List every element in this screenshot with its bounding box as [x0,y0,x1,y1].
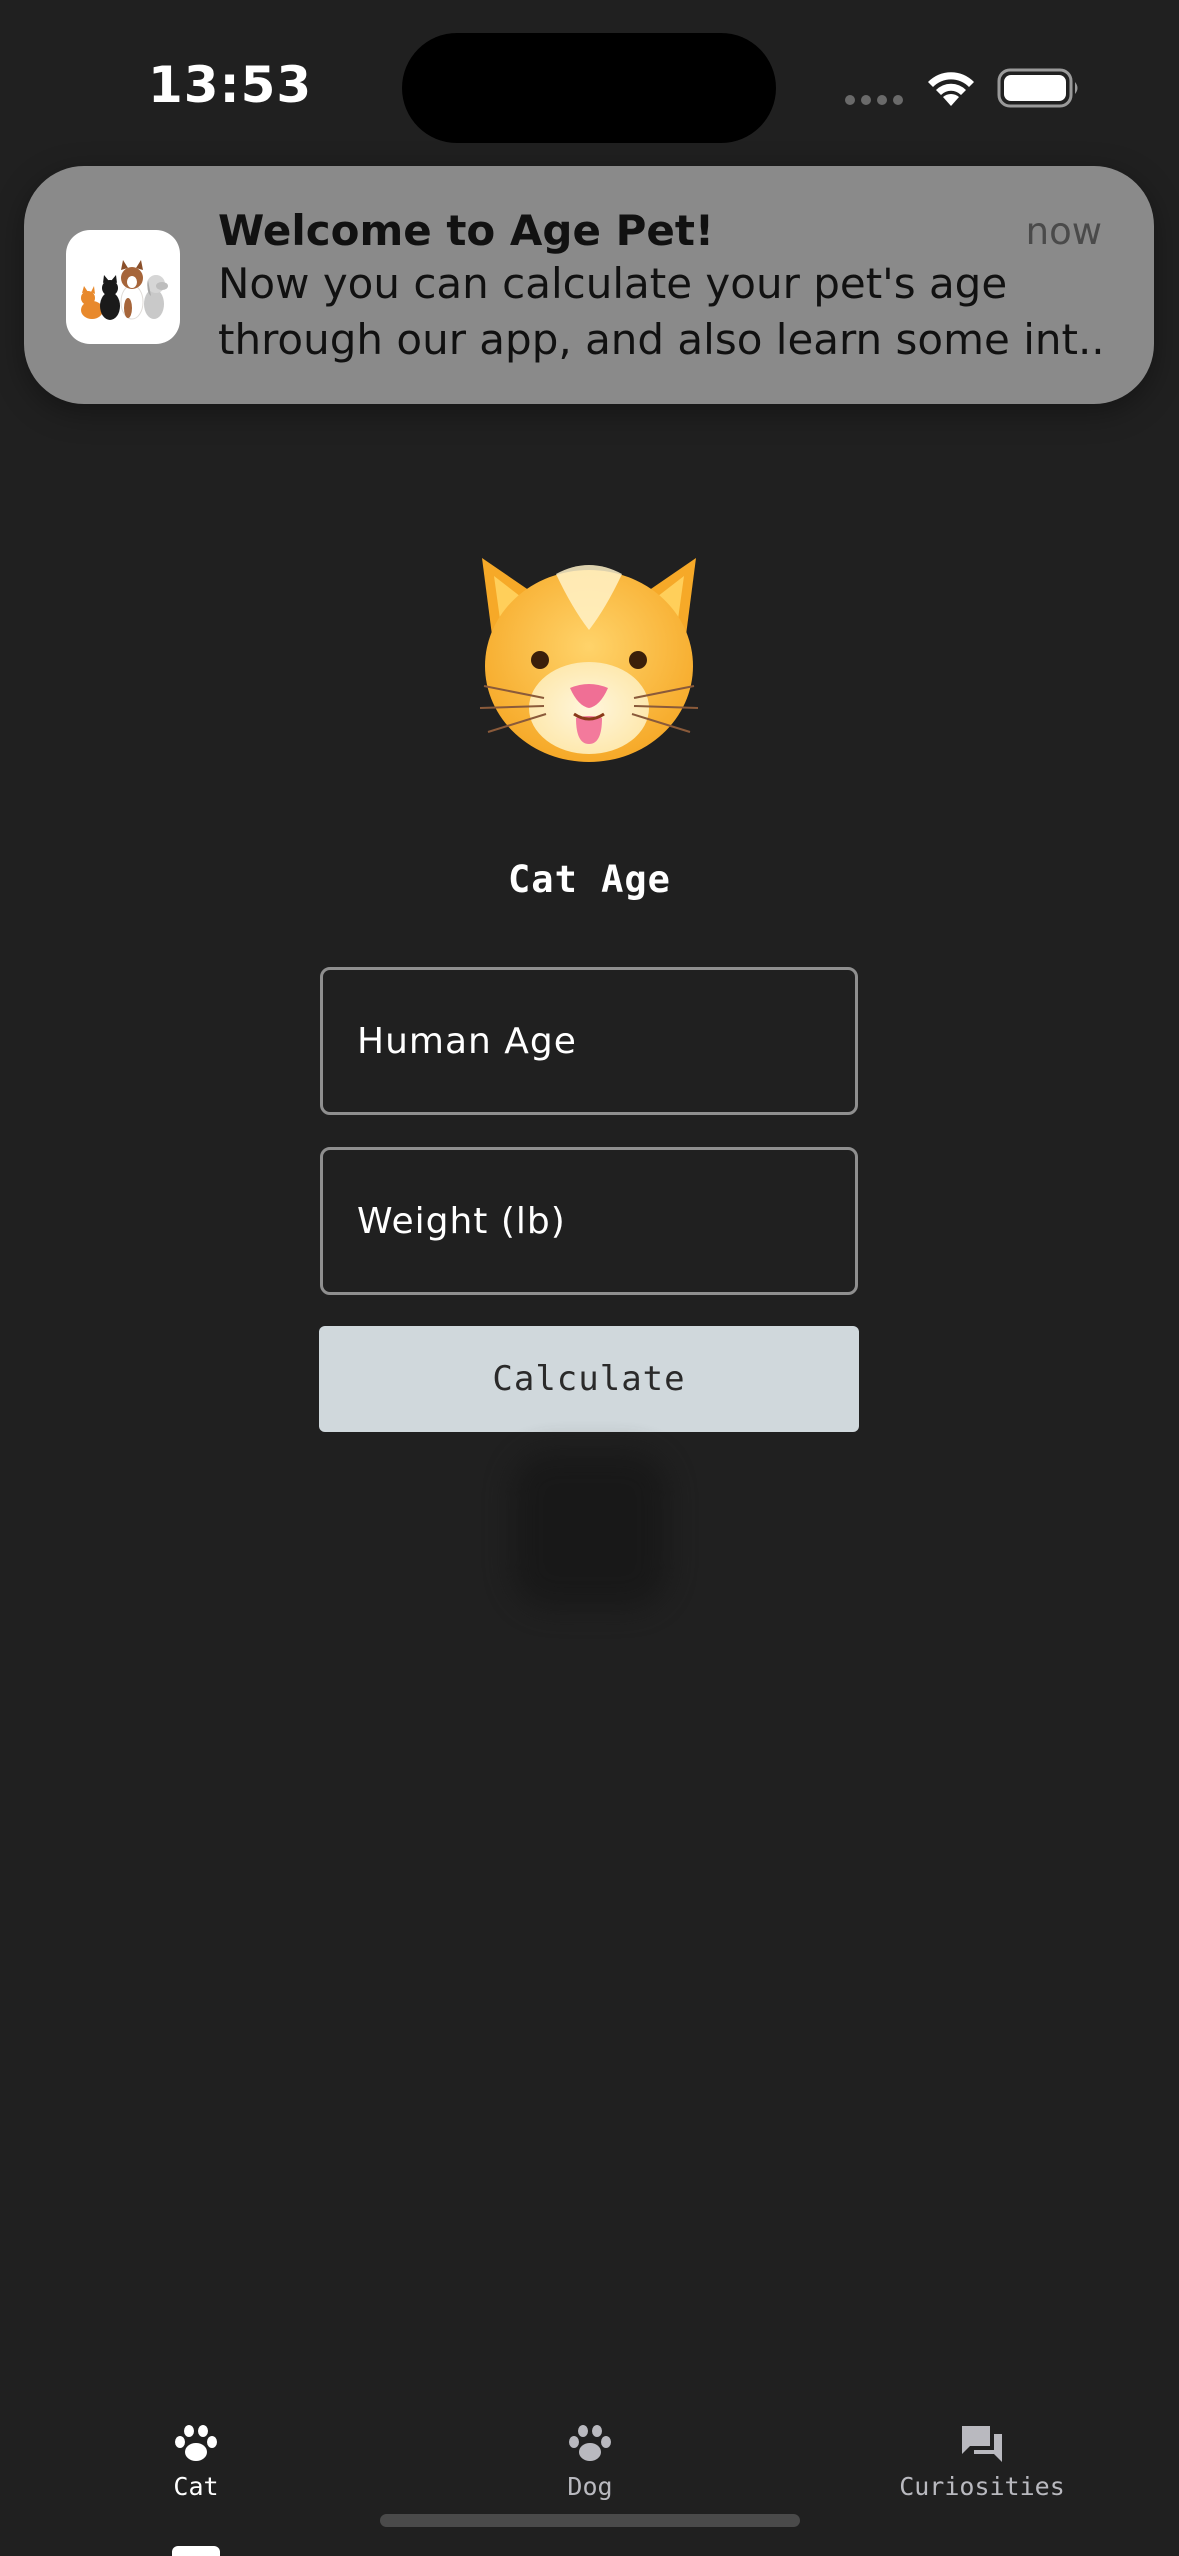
tab-bar: Cat Dog Curiosities [0,2380,1179,2556]
calculate-button[interactable]: Calculate [319,1326,859,1432]
status-time: 13:53 [148,56,313,114]
chat-bubbles-icon [962,2426,1002,2462]
tab-cat[interactable]: Cat [46,2380,346,2520]
result-placeholder [512,1452,668,1608]
home-indicator[interactable] [380,2514,800,2527]
human-age-input[interactable] [320,967,858,1115]
battery-icon [997,68,1078,108]
notification-time: now [1025,210,1102,253]
tab-label: Dog [567,2472,613,2501]
tab-curiosities[interactable]: Curiosities [832,2380,1132,2520]
active-tab-marker [172,2546,220,2556]
weight-input[interactable] [320,1147,858,1295]
status-bar: 13:53 [0,0,1179,170]
tab-label: Cat [173,2472,219,2501]
cellular-signal-icon [845,95,903,105]
tab-dog[interactable]: Dog [440,2380,740,2520]
paw-icon [569,2425,611,2461]
wifi-icon [928,72,974,106]
notification-body-line: Now you can calculate your pet's age [218,259,1008,308]
cat-face-icon [479,558,699,762]
page-title: Cat Age [508,858,671,901]
dynamic-island [402,33,776,143]
paw-icon [175,2425,217,2461]
notification-title: Welcome to Age Pet! [218,206,715,255]
notification-banner[interactable]: Welcome to Age Pet! now Now you can calc… [24,166,1154,404]
tab-label: Curiosities [899,2472,1065,2501]
notification-body: Now you can calculate your pet's age thr… [218,256,1108,368]
notification-body-line: through our app, and also learn some int… [218,315,1108,364]
pets-app-icon [66,230,180,344]
